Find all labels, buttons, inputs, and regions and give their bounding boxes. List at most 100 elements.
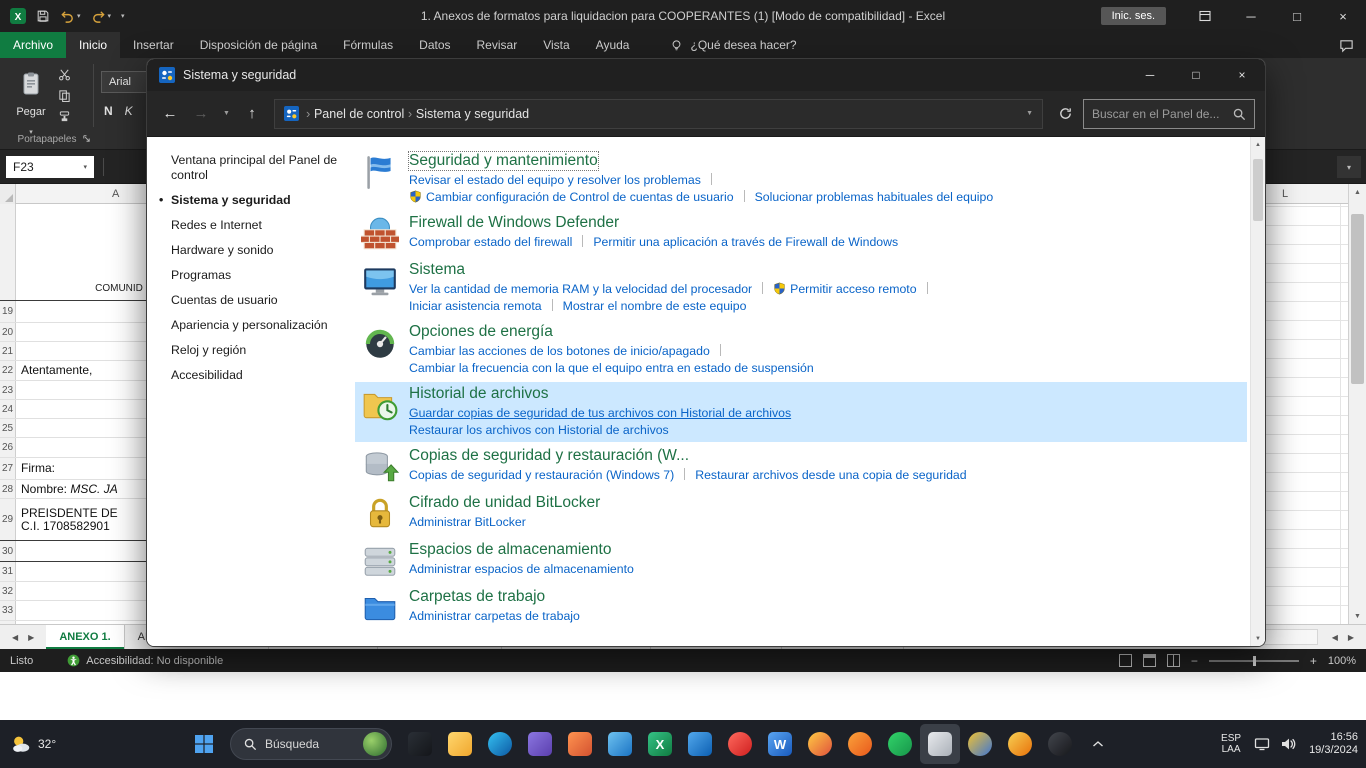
row-header[interactable]	[0, 204, 16, 300]
clipboard-dialog-launcher-icon[interactable]	[82, 134, 91, 143]
ribbon-tab-datos[interactable]: Datos	[406, 32, 463, 58]
page-break-view-icon[interactable]	[1167, 654, 1180, 667]
task-link[interactable]: Comprobar estado del firewall	[409, 235, 572, 249]
ribbon-tab-insertar[interactable]: Insertar	[120, 32, 187, 58]
copy-icon[interactable]	[58, 89, 71, 102]
name-box-dropdown-icon[interactable]: ▾	[83, 163, 87, 171]
page-layout-view-icon[interactable]	[1143, 654, 1156, 667]
formula-bar-expand-icon[interactable]: ▾	[1337, 156, 1361, 178]
hidden-icons-chevron[interactable]	[1088, 731, 1108, 757]
row-header[interactable]: 29	[0, 499, 16, 540]
weather-widget[interactable]: 32°	[10, 720, 56, 768]
row-header[interactable]: 24	[0, 400, 16, 418]
chrome-beta-taskbar-button[interactable]	[1000, 724, 1040, 764]
minimize-button[interactable]: ─	[1228, 0, 1274, 32]
chrome-taskbar-button[interactable]	[960, 724, 1000, 764]
opera-gx-taskbar-button[interactable]	[1040, 724, 1080, 764]
scroll-down-icon[interactable]: ▼	[1251, 631, 1265, 646]
ribbon-display-options-icon[interactable]	[1182, 0, 1228, 32]
mail-taskbar-button[interactable]	[600, 724, 640, 764]
cell[interactable]	[16, 601, 146, 620]
taskbar-search[interactable]: Búsqueda	[230, 728, 392, 760]
row-header[interactable]: 23	[0, 381, 16, 399]
firefox-taskbar-button[interactable]	[800, 724, 840, 764]
edge-taskbar-button[interactable]	[480, 724, 520, 764]
close-button[interactable]: ×	[1219, 59, 1265, 91]
cell[interactable]	[16, 301, 146, 322]
search-icon[interactable]	[1232, 107, 1246, 121]
recent-pages-icon[interactable]: ▼	[219, 101, 234, 127]
zoom-out-icon[interactable]: −	[1191, 654, 1198, 668]
scroll-up-icon[interactable]: ▲	[1349, 184, 1366, 200]
task-link[interactable]: Ver la cantidad de memoria RAM y la velo…	[409, 282, 752, 296]
task-link[interactable]: Administrar espacios de almacenamiento	[409, 562, 634, 576]
breadcrumb-item[interactable]: Sistema y seguridad	[416, 107, 529, 121]
cell[interactable]	[16, 541, 146, 561]
ribbon-tab-inicio[interactable]: Inicio	[66, 32, 120, 58]
task-link[interactable]: Cambiar la frecuencia con la que el equi…	[409, 361, 814, 375]
normal-view-icon[interactable]	[1119, 654, 1132, 667]
category-title[interactable]: Firewall de Windows Defender	[409, 214, 619, 232]
cell[interactable]	[16, 582, 146, 600]
tell-me-box[interactable]: ¿Qué desea hacer?	[670, 32, 796, 58]
sheet-tab[interactable]: ANEXO 1.	[46, 625, 124, 649]
row-header[interactable]: 20	[0, 323, 16, 341]
back-button[interactable]: ←	[157, 101, 183, 127]
powerpoint-taskbar-button[interactable]	[560, 724, 600, 764]
vertical-scroll-thumb[interactable]	[1351, 214, 1364, 384]
sidebar-item[interactable]: Redes e Internet	[171, 218, 339, 233]
redo-dropdown-icon[interactable]: ▾	[108, 12, 112, 20]
row-header[interactable]: 32	[0, 582, 16, 600]
word-taskbar-button[interactable]: W	[760, 724, 800, 764]
maximize-button[interactable]: □	[1274, 0, 1320, 32]
sidebar-item[interactable]: Hardware y sonido	[171, 243, 339, 258]
task-link[interactable]: Solucionar problemas habituales del equi…	[755, 190, 994, 204]
tab-scroll-right-icon[interactable]: ▶	[28, 633, 34, 642]
task-link[interactable]: Permitir acceso remoto	[773, 282, 916, 296]
cell[interactable]	[16, 419, 146, 437]
task-link[interactable]: Cambiar las acciones de los botones de i…	[409, 344, 710, 358]
cell[interactable]	[16, 562, 146, 581]
tall-cell-above[interactable]: COMUNID	[0, 204, 146, 300]
row-header[interactable]: 26	[0, 438, 16, 457]
sidebar-item[interactable]: Accesibilidad	[171, 368, 339, 383]
scroll-down-icon[interactable]: ▼	[1349, 608, 1366, 624]
row-header[interactable]: 30	[0, 541, 16, 561]
category-title[interactable]: Copias de seguridad y restauración (W...	[409, 447, 689, 465]
minimize-button[interactable]: ─	[1127, 59, 1173, 91]
bold-button[interactable]: N	[104, 104, 113, 118]
cell[interactable]	[16, 381, 146, 399]
cell[interactable]	[16, 342, 146, 360]
ribbon-tab-disposición-de-página[interactable]: Disposición de página	[187, 32, 330, 58]
zoom-slider-thumb[interactable]	[1253, 656, 1256, 666]
brave-taskbar-button[interactable]	[840, 724, 880, 764]
control-panel-search[interactable]	[1083, 99, 1255, 129]
maximize-button[interactable]: □	[1173, 59, 1219, 91]
cell[interactable]: Firma:	[16, 458, 146, 479]
onedrive-taskbar-button[interactable]	[680, 724, 720, 764]
task-link[interactable]: Revisar el estado del equipo y resolver …	[409, 173, 701, 187]
ribbon-tab-ayuda[interactable]: Ayuda	[583, 32, 643, 58]
scroll-left-icon[interactable]: ◀	[1332, 633, 1338, 642]
vertical-scrollbar[interactable]: ▲ ▼	[1348, 184, 1366, 624]
cell[interactable]: COMUNID	[16, 204, 146, 300]
column-header-l[interactable]: L	[1282, 184, 1288, 204]
excel-app-icon[interactable]: X	[10, 8, 26, 24]
row-header[interactable]: 31	[0, 562, 16, 581]
spotify-taskbar-button[interactable]	[880, 724, 920, 764]
task-link[interactable]: Iniciar asistencia remota	[409, 299, 542, 313]
format-painter-icon[interactable]	[58, 110, 71, 123]
tab-scroll-left-icon[interactable]: ◀	[12, 633, 18, 642]
row-header[interactable]: 27	[0, 458, 16, 479]
name-box[interactable]: F23 ▾	[6, 156, 94, 178]
cell[interactable]	[16, 400, 146, 418]
ribbon-tab-archivo[interactable]: Archivo	[0, 32, 66, 58]
steam-taskbar-button[interactable]	[400, 724, 440, 764]
cut-icon[interactable]	[58, 68, 71, 81]
sidebar-item[interactable]: Ventana principal del Panel de control	[171, 153, 339, 183]
breadcrumb-item[interactable]: Panel de control	[314, 107, 404, 121]
opera-taskbar-button[interactable]	[720, 724, 760, 764]
task-link[interactable]: Administrar BitLocker	[409, 515, 526, 529]
task-link[interactable]: Restaurar los archivos con Historial de …	[409, 423, 669, 437]
cell[interactable]	[16, 323, 146, 341]
